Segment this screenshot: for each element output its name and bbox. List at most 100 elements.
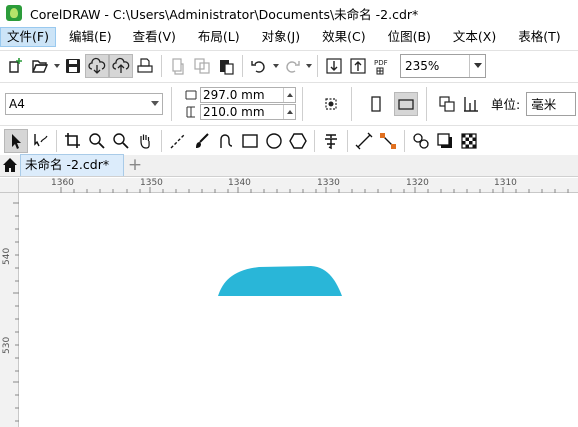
print-button[interactable] (133, 54, 157, 78)
brush-icon (196, 132, 209, 148)
pdf-icon: PDF (374, 59, 388, 74)
zoom-level-combo[interactable]: 235% (400, 53, 486, 78)
menu-object[interactable]: 对象(J) (255, 27, 307, 47)
add-document-tab-button[interactable]: + (124, 154, 146, 176)
save-button[interactable] (61, 54, 85, 78)
landscape-button[interactable] (394, 91, 418, 116)
page-width-value: 297.0 mm (203, 88, 265, 102)
redo-dropdown[interactable] (304, 54, 313, 78)
cyan-shape[interactable] (218, 266, 342, 296)
portrait-icon (371, 95, 381, 112)
export-icon (350, 57, 366, 74)
drop-shadow-tool-button[interactable] (433, 129, 457, 153)
toolbar-separator (314, 129, 315, 152)
menu-edit[interactable]: 编辑(E) (62, 27, 119, 47)
cloud-upload-icon (112, 57, 130, 73)
portrait-button[interactable] (364, 92, 388, 116)
drawing-canvas[interactable] (19, 193, 578, 427)
toolbox (0, 125, 578, 155)
home-tab-button[interactable] (0, 154, 20, 176)
page-width-field[interactable]: 297.0 mm (200, 87, 296, 103)
publish-pdf-button[interactable]: PDF (370, 54, 394, 78)
redo-button[interactable] (280, 54, 304, 78)
export-button[interactable] (346, 54, 370, 78)
blend-tool-button[interactable] (409, 129, 433, 153)
units-select[interactable]: 毫米 (526, 91, 577, 116)
menu-view[interactable]: 查看(V) (126, 27, 183, 47)
import-button[interactable] (322, 54, 346, 78)
pick-tool-button[interactable] (4, 128, 28, 153)
menu-layout[interactable]: 布局(L) (191, 27, 247, 47)
undo-dropdown[interactable] (271, 54, 280, 78)
menu-bitmaps[interactable]: 位图(B) (381, 27, 438, 47)
polygon-tool-button[interactable] (286, 129, 310, 153)
ellipse-tool-button[interactable] (262, 129, 286, 153)
toolbar-separator (56, 129, 57, 152)
ruler-ticks (60, 187, 569, 193)
undo-button[interactable] (247, 54, 271, 78)
bezier-tool-button[interactable] (214, 129, 238, 153)
ruler-label: 1320 (406, 178, 429, 188)
undo-icon (251, 60, 265, 73)
dimension-tool-button[interactable] (352, 129, 376, 153)
current-page-button[interactable] (459, 92, 483, 116)
toolbar-separator (317, 54, 318, 77)
toolbar-separator (302, 86, 303, 121)
ruler-label: 1310 (494, 178, 517, 188)
copy-button[interactable] (190, 54, 214, 78)
artistic-media-tool-button[interactable] (190, 129, 214, 153)
new-document-button[interactable] (4, 54, 28, 78)
menu-effects[interactable]: 效果(C) (315, 27, 372, 47)
transparency-tool-button[interactable] (457, 129, 481, 153)
zoom-tool-button[interactable] (85, 129, 109, 153)
zoom-out-tool-button[interactable] (109, 129, 133, 153)
menu-text[interactable]: 文本(X) (446, 27, 503, 47)
spin-up-icon[interactable] (283, 105, 295, 119)
landscape-icon (398, 98, 414, 110)
units-value: 毫米 (531, 97, 557, 112)
shape-tool-icon (34, 133, 48, 146)
chevron-down-icon[interactable] (148, 94, 162, 114)
cloud-download-button[interactable] (85, 53, 109, 78)
open-button[interactable] (28, 54, 52, 78)
connector-icon (380, 132, 396, 149)
folder-open-icon (31, 59, 49, 73)
menu-file[interactable]: 文件(F) (0, 27, 56, 47)
chevron-down-icon[interactable] (469, 54, 485, 77)
page-size-value: A4 (9, 96, 25, 111)
tab-document[interactable]: 未命名 -2.cdr* (20, 154, 124, 176)
page-height-field[interactable]: 210.0 mm (200, 104, 296, 120)
horizontal-ruler[interactable]: 1360 1350 1340 1330 1320 1310 (0, 178, 578, 193)
crop-icon (65, 132, 80, 148)
menu-table[interactable]: 表格(T) (511, 27, 567, 47)
checkerboard-icon (461, 132, 477, 149)
all-pages-button[interactable] (435, 92, 459, 116)
shape-tool-button[interactable] (28, 129, 52, 153)
freehand-tool-button[interactable] (166, 129, 190, 153)
coreldraw-logo-icon (6, 5, 22, 21)
page-size-select[interactable]: A4 (5, 92, 163, 115)
pan-tool-button[interactable] (133, 129, 157, 153)
drop-shadow-icon (437, 132, 452, 148)
window-title: CorelDRAW - C:\Users\Administrator\Docum… (30, 6, 419, 22)
all-pages-icon (439, 95, 455, 112)
size-pages-button[interactable] (319, 92, 343, 116)
ruler-origin[interactable] (0, 178, 19, 193)
cloud-upload-button[interactable] (109, 53, 133, 78)
spin-up-icon[interactable] (283, 88, 295, 102)
vertical-ruler[interactable]: 540 530 (0, 193, 19, 427)
rectangle-tool-button[interactable] (238, 129, 262, 153)
open-recent-dropdown[interactable] (52, 54, 61, 78)
connector-tool-button[interactable] (376, 129, 400, 153)
polygon-icon (289, 132, 307, 149)
hand-icon (140, 134, 150, 149)
text-tool-button[interactable] (319, 129, 343, 153)
units-label: 单位: (491, 97, 521, 112)
copy-icon (194, 57, 210, 74)
paste-button[interactable] (214, 54, 238, 78)
import-icon (326, 57, 342, 74)
cloud-download-icon (88, 57, 106, 74)
crop-tool-button[interactable] (61, 129, 85, 153)
cut-button[interactable] (166, 54, 190, 78)
toolbar-separator (161, 54, 162, 77)
